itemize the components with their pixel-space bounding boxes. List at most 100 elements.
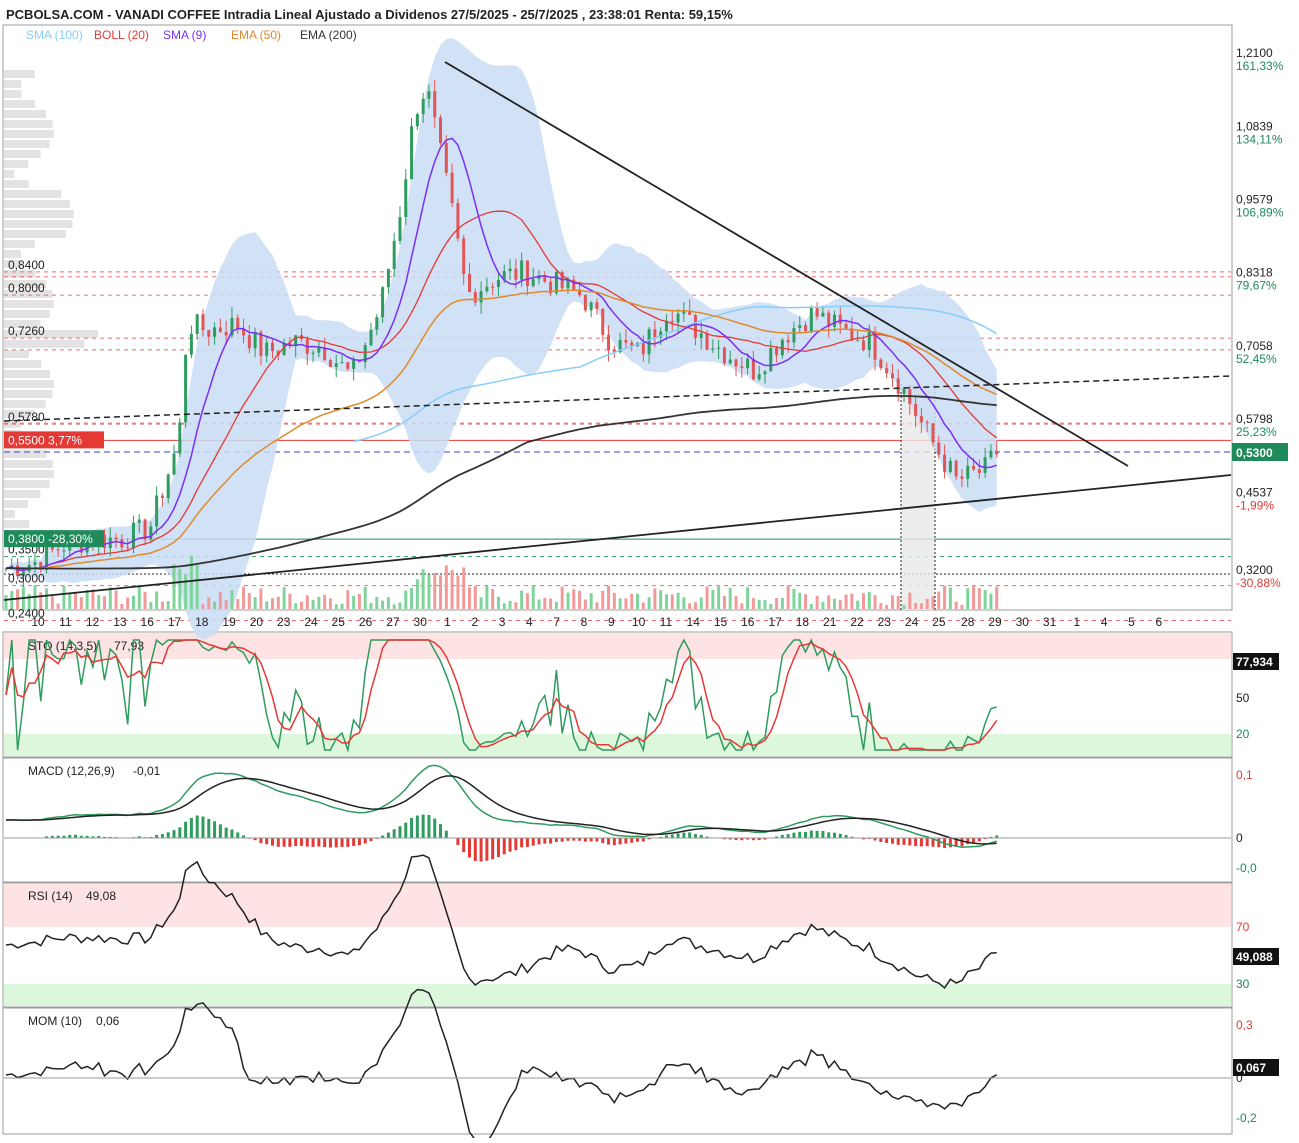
volume-profile-bar xyxy=(4,200,70,208)
candle-body xyxy=(509,269,512,272)
volume-bar xyxy=(659,590,662,609)
volume-bar xyxy=(283,587,286,609)
volume-bar xyxy=(931,596,934,609)
volume-bar xyxy=(62,586,65,609)
price-tick-pct: -30,88% xyxy=(1236,576,1281,590)
left-level-label: 0,7260 xyxy=(8,324,45,338)
candle-body xyxy=(966,466,969,479)
candle-body xyxy=(949,461,952,472)
candle-body xyxy=(445,143,448,173)
candle-body xyxy=(370,330,373,346)
macd-hist-bar xyxy=(271,838,274,846)
date-tick: 9 xyxy=(608,615,615,629)
candle-body xyxy=(879,360,882,369)
date-tick: 3 xyxy=(499,615,506,629)
price-tick: 0,3200 xyxy=(1236,563,1273,577)
macd-hist-bar xyxy=(966,838,969,844)
candle-body xyxy=(700,333,703,337)
volume-bar xyxy=(306,595,309,609)
candle-body xyxy=(677,314,680,323)
macd-hist-bar xyxy=(225,828,228,838)
volume-bar xyxy=(607,586,610,609)
volume-profile-bar xyxy=(4,300,54,308)
macd-hist-bar xyxy=(259,838,262,843)
volume-bar xyxy=(126,598,129,609)
date-tick: 17 xyxy=(168,615,182,629)
macd-hist-bar xyxy=(555,838,558,842)
volume-bar xyxy=(271,598,274,609)
candle-body xyxy=(427,91,430,99)
candle-body xyxy=(242,329,245,335)
macd-hist-bar xyxy=(462,838,465,852)
volume-bar xyxy=(236,599,239,609)
macd-hist-bar xyxy=(207,819,210,838)
date-tick: 18 xyxy=(796,615,810,629)
volume-bar xyxy=(526,593,529,609)
macd-hist-bar xyxy=(636,838,639,842)
volume-bar xyxy=(138,585,141,609)
volume-bar xyxy=(885,605,888,609)
left-level-label: 0,3000 xyxy=(8,572,45,586)
price-tick: 0,7058 xyxy=(1236,339,1273,353)
macd-hist-bar xyxy=(885,838,888,843)
macd-hist-bar xyxy=(532,838,535,846)
macd-hist-bar xyxy=(949,838,952,847)
left-level-label: 0,5780 xyxy=(8,410,45,424)
volume-bar xyxy=(196,565,199,609)
mom-level-top: 0,3 xyxy=(1236,1018,1253,1032)
candle-body xyxy=(196,314,199,334)
candle-body xyxy=(451,173,454,203)
macd-hist-bar xyxy=(908,838,911,845)
volume-profile-bar xyxy=(4,220,72,228)
volume-profile-bar xyxy=(4,150,41,158)
volume-profile-bar xyxy=(4,90,21,98)
volume-bar xyxy=(503,603,506,609)
volume-bar xyxy=(439,575,442,609)
candle-body xyxy=(839,315,842,324)
volume-bar xyxy=(184,575,187,609)
volume-bar xyxy=(109,587,112,609)
macd-hist-bar xyxy=(972,838,975,843)
candle-body xyxy=(804,325,807,331)
price-tick: 0,5798 xyxy=(1236,412,1273,426)
date-tick: 7 xyxy=(553,615,560,629)
volume-bar xyxy=(937,592,940,609)
volume-bar xyxy=(706,587,709,609)
date-tick: 21 xyxy=(823,615,837,629)
macd-hist-bar xyxy=(364,838,367,843)
volume-bar xyxy=(323,595,326,609)
macd-hist-bar xyxy=(561,838,564,842)
volume-bar xyxy=(480,597,483,609)
left-level-label: 0,8000 xyxy=(8,281,45,295)
macd-hist-bar xyxy=(903,838,906,845)
macd-hist-bar xyxy=(601,838,604,843)
volume-bar xyxy=(810,604,813,609)
volume-bar xyxy=(781,598,784,609)
price-tick-pct: 106,89% xyxy=(1236,205,1284,219)
mom-badge: 0,067 xyxy=(1236,1061,1266,1075)
candle-body xyxy=(821,313,824,317)
volume-profile-bar xyxy=(4,80,21,88)
candle-body xyxy=(752,359,755,380)
candle-body xyxy=(845,324,848,329)
macd-hist-bar xyxy=(346,838,349,847)
volume-bar xyxy=(972,585,975,609)
macd-hist-bar xyxy=(503,838,506,854)
volume-bar xyxy=(677,593,680,609)
volume-bar xyxy=(474,586,477,609)
volume-bar xyxy=(665,594,668,609)
macd-hist-bar xyxy=(520,838,523,847)
candle-body xyxy=(317,348,320,353)
macd-level-bottom: -0,0 xyxy=(1236,861,1257,875)
macd-value: -0,01 xyxy=(133,764,161,778)
macd-hist-bar xyxy=(514,838,517,850)
price-tick-pct: -1,99% xyxy=(1236,498,1274,512)
volume-bar xyxy=(91,589,94,609)
indicator-legend: SMA (100)BOLL (20)SMA (9)EMA (50)EMA (20… xyxy=(26,28,357,42)
volume-bar xyxy=(375,597,378,609)
macd-hist-bar xyxy=(607,838,610,845)
candle-body xyxy=(265,343,268,356)
candle-body xyxy=(671,321,674,323)
macd-hist-bar xyxy=(387,833,390,838)
macd-hist-bar xyxy=(393,829,396,838)
